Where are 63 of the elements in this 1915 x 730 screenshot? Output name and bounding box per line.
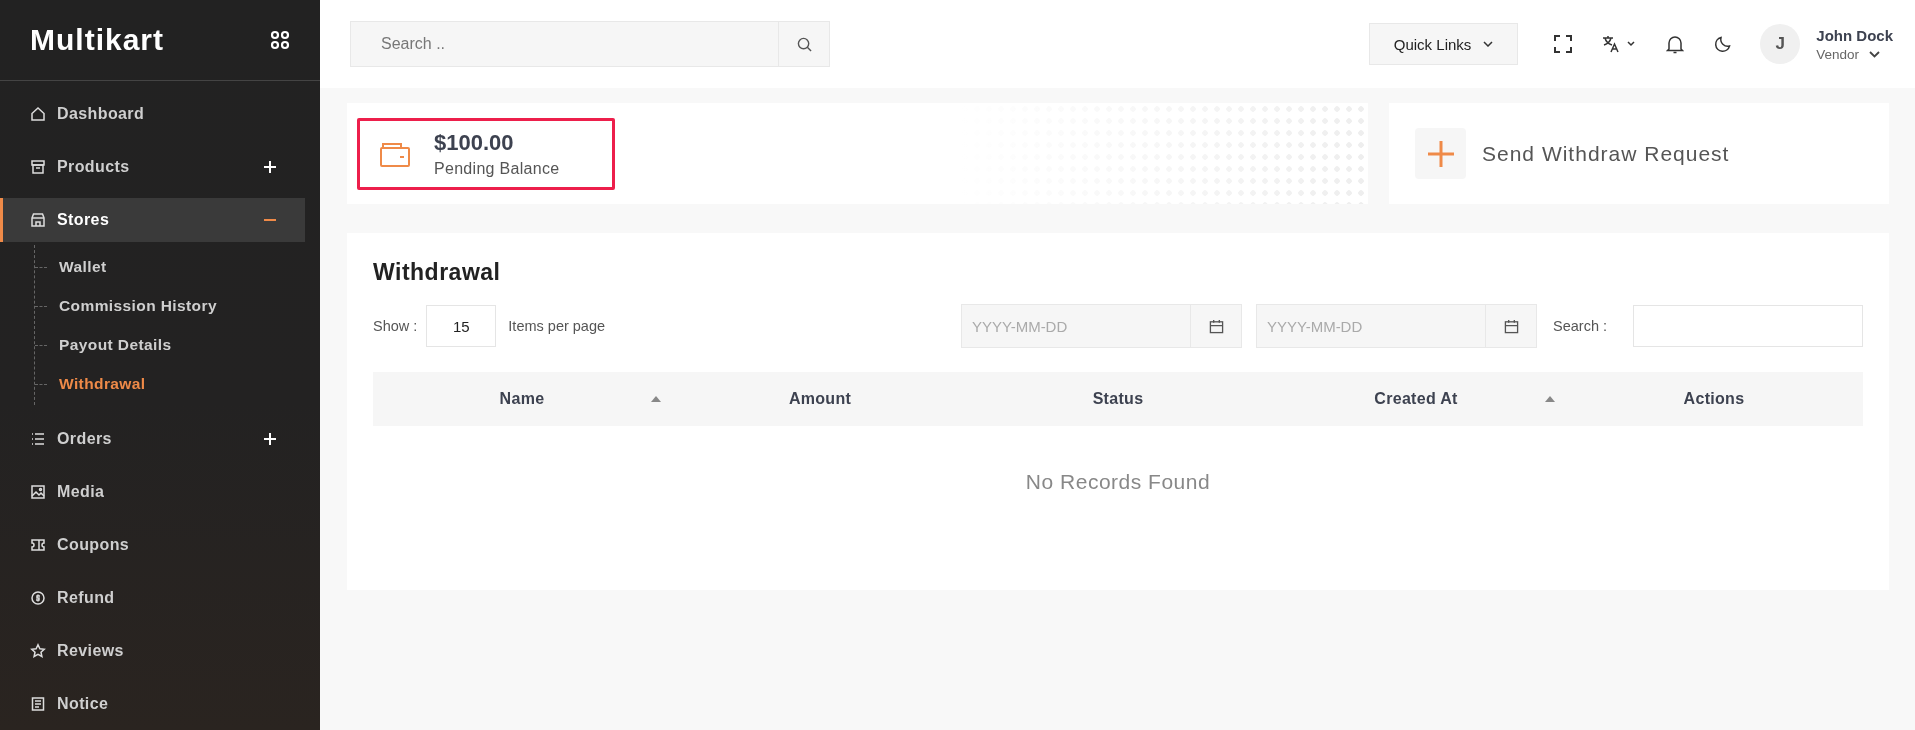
logo[interactable]: Multikart — [30, 23, 164, 57]
user-role: Vendor — [1816, 46, 1860, 62]
sort-icon[interactable] — [1545, 396, 1555, 402]
search-field[interactable]: Search .. — [350, 21, 778, 67]
submenu-item[interactable]: Withdrawal — [35, 364, 320, 403]
calendar-icon[interactable] — [1503, 318, 1519, 334]
nav-item[interactable]: Stores — [0, 198, 305, 242]
balance-amount: $100.00 — [434, 130, 515, 156]
nav-item[interactable]: Notice — [0, 682, 305, 726]
submenu-item[interactable]: Payout Details — [35, 325, 320, 364]
store-icon — [30, 212, 46, 228]
date-field[interactable]: YYYY-MM-DD — [1256, 304, 1485, 348]
chevron-down-icon[interactable] — [1869, 50, 1881, 58]
empty-message: No Records Found — [1024, 469, 1212, 494]
bell-icon[interactable] — [1666, 34, 1685, 54]
column-header[interactable]: Name — [373, 372, 671, 426]
column-header[interactable]: Status — [969, 372, 1267, 426]
per-page-field[interactable]: 15 — [426, 305, 497, 347]
chevron-down-icon — [1483, 41, 1494, 47]
nav-item[interactable]: Orders — [0, 417, 305, 461]
avatar[interactable]: J — [1760, 24, 1801, 64]
nav-item[interactable]: Products — [0, 145, 305, 189]
image-icon — [30, 484, 46, 500]
moon-icon[interactable] — [1714, 35, 1733, 53]
user-name[interactable]: John Dock — [1816, 26, 1893, 44]
nav-item[interactable]: Reviews — [0, 629, 305, 673]
nav-item[interactable]: Coupons — [0, 523, 305, 567]
plus-icon[interactable] — [264, 433, 276, 445]
coin-icon — [30, 590, 46, 606]
star-icon — [30, 643, 46, 659]
plus-icon — [1427, 140, 1454, 167]
column-header[interactable]: Created At — [1267, 372, 1565, 426]
items-per-page-label: Items per page — [508, 318, 606, 334]
translate-icon[interactable] — [1602, 35, 1637, 53]
home-icon — [30, 106, 46, 122]
nav-item[interactable]: Dashboard — [0, 92, 305, 136]
nav-item[interactable]: Refund — [0, 576, 305, 620]
ticket-icon — [30, 537, 46, 553]
document-icon — [30, 696, 46, 712]
show-label: Show : — [373, 318, 418, 334]
list-icon — [30, 431, 46, 447]
section-title: Withdrawal — [373, 259, 502, 286]
date-field[interactable]: YYYY-MM-DD — [961, 304, 1190, 348]
search-icon[interactable] — [796, 36, 812, 52]
column-header[interactable]: Actions — [1565, 372, 1863, 426]
sort-icon[interactable] — [651, 396, 661, 402]
calendar-icon[interactable] — [1208, 318, 1224, 334]
balance-label: Pending Balance — [434, 160, 560, 178]
submenu-item[interactable]: Commission History — [35, 286, 320, 325]
fullscreen-icon[interactable] — [1554, 35, 1573, 53]
column-header[interactable]: Amount — [671, 372, 969, 426]
calendar-button[interactable] — [1190, 304, 1242, 348]
grid-icon[interactable] — [270, 30, 290, 50]
wallet-icon — [380, 141, 410, 167]
table-search-field[interactable] — [1633, 305, 1863, 347]
calendar-button[interactable] — [1485, 304, 1537, 348]
search-label: Search : — [1553, 318, 1607, 334]
plus-icon[interactable] — [264, 161, 276, 173]
nav-item[interactable]: Media — [0, 470, 305, 514]
send-withdraw-request-link[interactable]: Send Withdraw Request — [1482, 141, 1730, 166]
quick-links-button[interactable]: Quick Links — [1368, 23, 1519, 65]
box-icon — [30, 159, 46, 175]
submenu-item[interactable]: Wallet — [35, 247, 320, 286]
